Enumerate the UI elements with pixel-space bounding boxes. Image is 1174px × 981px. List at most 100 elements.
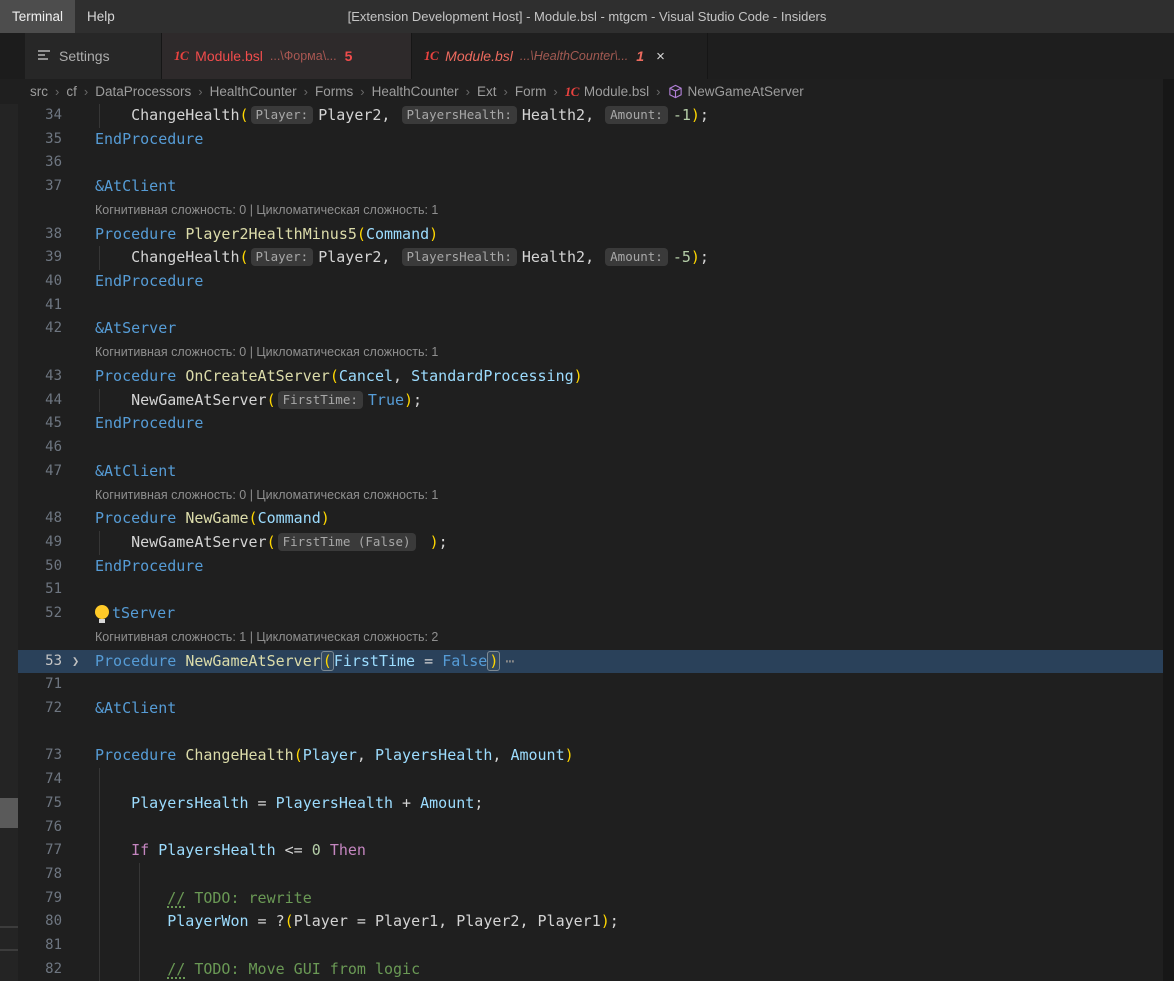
code-line-79[interactable]: 79 // TODO: rewrite [0,886,1174,911]
code-line-35[interactable]: 35 EndProcedure [0,128,1174,152]
code-line-52[interactable]: 52 tServer [0,602,1174,626]
code-text: If PlayersHealth <= 0 Then [95,839,366,863]
codelens-complexity-label[interactable]: Когнитивная сложность: 0 | Цикломатическ… [95,341,438,365]
token-txt: ; [438,532,448,551]
code-line-43[interactable]: 43 Procedure OnCreateAtServer(Cancel, Sta… [0,365,1174,389]
code-line-80[interactable]: 80 PlayerWon = ?(Player = Player1, Playe… [0,910,1174,935]
fold-collapsed-icon[interactable]: ❯ [72,650,79,674]
token-txt: ; [413,390,423,409]
token-txt: Health2, [521,248,604,267]
code-line-47[interactable]: 47 &AtClient [0,460,1174,484]
code-line-37[interactable]: 37 &AtClient [0,175,1174,199]
code-line-73[interactable]: 73 Procedure ChangeHealth(Player, Players… [0,744,1174,768]
token-var: FirstTime [333,651,416,670]
code-line-49[interactable]: 49 NewGameAtServer(FirstTime (False) ); [0,530,1174,555]
token-kw: EndProcedure [95,556,204,575]
1c-icon: 1C [424,48,439,63]
codelens-complexity-label[interactable]: Когнитивная сложность: 1 | Цикломатическ… [95,626,438,650]
code-line-44[interactable]: 44 NewGameAtServer(FirstTime: True); [0,388,1174,413]
code-line-48[interactable]: 48 Procedure NewGame(Command) [0,507,1174,531]
token-kw: False [442,651,488,670]
code-line-46[interactable]: 46 [0,436,1174,460]
method-cube-icon [668,84,683,99]
token-bpar: ) [487,650,501,671]
code-editor[interactable]: 34 ChangeHealth(Player: Player2, PlayersH… [0,104,1174,981]
code-text: tServer [95,602,175,626]
code-line-38[interactable]: 38 Procedure Player2HealthMinus5(Command) [0,223,1174,247]
breadcrumb-item-forms[interactable]: › Forms [297,84,354,99]
left-editor-group-scrollbar[interactable] [0,104,18,981]
breadcrumb-item-dataprocessors[interactable]: › DataProcessors [77,84,191,99]
divider [0,926,18,928]
code-line-42[interactable]: 42 &AtServer [0,317,1174,341]
breadcrumb-item-form[interactable]: › Form [497,84,547,99]
code-line-36[interactable]: 36 [0,151,1174,175]
code-line-40[interactable]: 40 EndProcedure [0,270,1174,294]
code-line-50[interactable]: 50 EndProcedure [0,555,1174,579]
breadcrumb-item-src[interactable]: src [30,84,48,99]
code-line-51[interactable]: 51 [0,578,1174,602]
code-line-45[interactable]: 45 EndProcedure [0,412,1174,436]
code-line-82[interactable]: 82 // TODO: Move GUI from logic [0,957,1174,981]
token-kw: tServer [112,604,176,623]
1c-icon: 1C [174,48,189,63]
tab-bar-leading-space [0,33,25,79]
code-line-34[interactable]: 34 ChangeHealth(Player: Player2, PlayersH… [0,104,1174,128]
token-txt: Player = Player1, Player2, Player1 [293,912,601,931]
menu-terminal[interactable]: Terminal [0,0,76,33]
code-line-81[interactable]: 81 [0,934,1174,958]
code-text: EndProcedure [95,412,203,436]
tab-module-bsl-healthcounter[interactable]: 1C Module.bsl ...\HealthCounter\... 1 × [412,33,708,79]
code-line-72[interactable]: 72 &AtClient [0,697,1174,721]
line-number: 79 [45,889,62,906]
tab-module-bsl-forma[interactable]: 1C Module.bsl ...\Форма\... 5 [162,33,412,79]
codelens-complexity-label[interactable]: Когнитивная сложность: 0 | Цикломатическ… [95,199,438,223]
code-line-71[interactable]: 71 [0,673,1174,697]
breadcrumb-item-healthcounter[interactable]: › HealthCounter [353,84,458,99]
breadcrumb-item-ext[interactable]: › Ext [459,84,497,99]
codelens-row: Когнитивная сложность: 0 | Цикломатическ… [0,484,1174,508]
code-line-77[interactable]: 77 If PlayersHealth <= 0 Then [0,839,1174,863]
scrollbar-thumb[interactable] [0,798,18,828]
tab-settings[interactable]: Settings [25,33,162,79]
menu-help[interactable]: Help [75,0,127,33]
code-line-75[interactable]: 75 PlayersHealth = PlayersHealth + Amoun… [0,791,1174,816]
token-par: ) [320,509,330,528]
token-par: ( [266,390,276,409]
code-line-76[interactable]: 76 [0,815,1174,840]
token-par: ( [329,366,339,385]
line-number: 76 [45,818,62,835]
code-line-53[interactable]: 53 ❯ Procedure NewGameAtServer(FirstTime =… [0,649,1174,674]
code-text: &AtClient [95,697,176,721]
inlay-hint: Player: [250,106,314,124]
breadcrumb-label: HealthCounter [209,84,297,99]
token-kw: Procedure [95,746,186,765]
codelens-complexity-label[interactable]: Когнитивная сложность: 0 | Цикломатическ… [95,484,438,508]
line-number: 42 [45,320,62,337]
breadcrumb-label: Module.bsl [583,84,650,99]
token-fn: ChangeHealth [185,746,294,765]
breadcrumb-item-healthcounter[interactable]: › HealthCounter [191,84,296,99]
editor-scrollbar[interactable] [1163,79,1174,981]
breadcrumb: src › cf › DataProcessors › HealthCounter › Form… [0,79,1174,104]
breadcrumb-item-newgameatserver[interactable]: › NewGameAtServer [649,84,804,99]
line-number: 35 [45,130,62,147]
indent-guide [99,863,100,887]
breadcrumb-item-module.bsl[interactable]: › 1C Module.bsl [546,84,649,100]
token-var: PlayerWon [167,912,249,931]
code-line-41[interactable]: 41 [0,294,1174,318]
code-line-74[interactable]: 74 [0,768,1174,792]
code-line-39[interactable]: 39 ChangeHealth(Player: Player2, PlayersH… [0,246,1174,271]
line-number: 38 [45,225,62,242]
line-number: 40 [45,273,62,290]
breadcrumb-label: src [30,84,48,99]
inlay-hint: FirstTime (False) [277,532,416,551]
breadcrumb-item-cf[interactable]: › cf [48,84,77,99]
lightbulb-icon[interactable] [95,605,109,624]
code-line-78[interactable]: 78 [0,863,1174,887]
tab-path-description: ...\Форма\... [269,49,337,63]
close-icon[interactable]: × [656,48,665,65]
breadcrumb-label: Forms [315,84,354,99]
